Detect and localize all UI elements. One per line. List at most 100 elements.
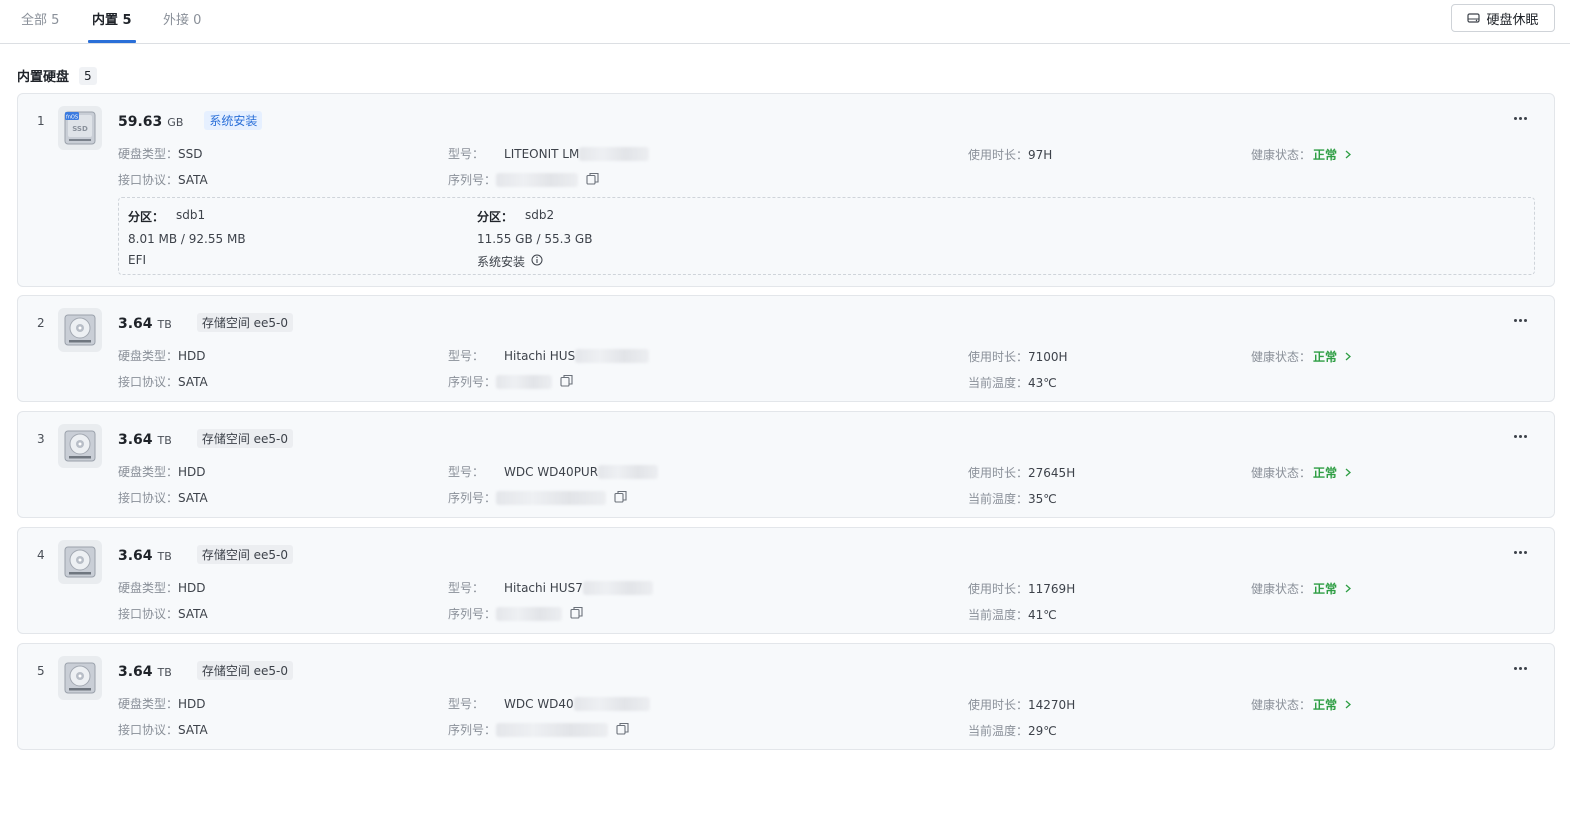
hdd-icon: [58, 656, 102, 700]
disk-capacity: 3.64 TB 存储空间 ee5-0: [118, 661, 293, 681]
disk-serial: 序列号：: [448, 171, 599, 188]
disk-temperature: 当前温度： 43℃: [968, 375, 1057, 391]
partition-usage: 11.55 GB / 55.3 GB: [477, 232, 593, 246]
svg-text:SSD: SSD: [72, 125, 88, 133]
chevron-right-icon: [1345, 698, 1352, 712]
redacted-serial: [496, 722, 609, 737]
disk-index: 1: [37, 114, 45, 128]
disk-type: 硬盘类型： SSD: [118, 146, 203, 162]
redacted-serial: [496, 172, 579, 187]
info-icon[interactable]: [531, 254, 543, 269]
disk-type: 硬盘类型： HDD: [118, 348, 206, 364]
disk-usage-time: 使用时长： 11769H: [968, 581, 1076, 597]
disk-serial: 序列号：: [448, 489, 627, 506]
more-options-button[interactable]: [1508, 658, 1532, 678]
partition-list: 分区： sdb1 8.01 MB / 92.55 MB EFI 分区： sdb2 1…: [118, 197, 1535, 275]
disk-tag: 存储空间 ee5-0: [196, 429, 293, 448]
chevron-right-icon: [1345, 582, 1352, 596]
health-status-link[interactable]: 健康状态： 正常: [1251, 580, 1352, 597]
copy-icon[interactable]: [614, 490, 627, 506]
disk-temperature: 当前温度： 29℃: [968, 723, 1057, 739]
disk-index: 4: [37, 548, 45, 562]
tab-bar: 全部 5 内置 5 外接 0 硬盘休眠: [0, 0, 1570, 44]
disk-type: 硬盘类型： HDD: [118, 696, 206, 712]
disk-usage-time: 使用时长： 7100H: [968, 349, 1068, 365]
disk-interface: 接口协议： SATA: [118, 374, 208, 390]
section-title-text: 内置硬盘: [17, 70, 70, 85]
more-options-button[interactable]: [1508, 310, 1532, 330]
redacted-model: [573, 696, 650, 711]
chevron-right-icon: [1345, 148, 1352, 162]
disk-serial: 序列号：: [448, 721, 629, 738]
disk-model: 型号： Hitachi HUS: [448, 347, 650, 364]
copy-icon[interactable]: [570, 606, 583, 622]
disk-model: 型号： Hitachi HUS7: [448, 579, 653, 596]
partition-item: 分区： sdb2 11.55 GB / 55.3 GB 系统安装: [477, 208, 593, 270]
more-options-button[interactable]: [1508, 108, 1532, 128]
disk-interface: 接口协议： SATA: [118, 606, 208, 622]
hdd-icon: [58, 308, 102, 352]
copy-icon[interactable]: [586, 172, 599, 188]
chevron-right-icon: [1345, 350, 1352, 364]
disk-usage-time: 使用时长： 97H: [968, 147, 1053, 163]
disk-tag: 存储空间 ee5-0: [196, 313, 293, 332]
disk-type: 硬盘类型： HDD: [118, 580, 206, 596]
disk-interface: 接口协议： SATA: [118, 172, 208, 188]
health-status-link[interactable]: 健康状态： 正常: [1251, 696, 1352, 713]
partition-label: EFI: [128, 253, 147, 267]
svg-text:fnOS: fnOS: [66, 114, 78, 120]
redacted-serial: [496, 374, 553, 389]
disk-card-4: 4 3.64 TB 存储空间 ee5-0 硬盘类型： HDD 型号： Hitachi H…: [17, 527, 1555, 634]
partition-item: 分区： sdb1 8.01 MB / 92.55 MB EFI: [128, 208, 246, 267]
health-status-link[interactable]: 健康状态： 正常: [1251, 348, 1352, 365]
ssd-icon: fnOS SSD: [58, 106, 102, 150]
partition-usage: 8.01 MB / 92.55 MB: [128, 232, 246, 246]
disk-interface: 接口协议： SATA: [118, 722, 208, 738]
disk-tag: 存储空间 ee5-0: [196, 661, 293, 680]
disk-model: 型号： LITEONIT LM: [448, 145, 650, 162]
tab-external[interactable]: 外接 0: [163, 9, 201, 28]
disk-index: 2: [37, 316, 45, 330]
health-status-link[interactable]: 健康状态： 正常: [1251, 464, 1352, 481]
more-options-button[interactable]: [1508, 542, 1532, 562]
disk-tag: 存储空间 ee5-0: [196, 545, 293, 564]
disk-type: 硬盘类型： HDD: [118, 464, 206, 480]
disk-sleep-label: 硬盘休眠: [1486, 12, 1539, 28]
disk-capacity: 3.64 TB 存储空间 ee5-0: [118, 429, 293, 449]
disk-capacity: 3.64 TB 存储空间 ee5-0: [118, 545, 293, 565]
redacted-serial: [496, 606, 563, 621]
redacted-model: [598, 464, 659, 479]
disk-card-5: 5 3.64 TB 存储空间 ee5-0 硬盘类型： HDD 型号： WDC WD40 …: [17, 643, 1555, 750]
health-status-link[interactable]: 健康状态： 正常: [1251, 146, 1352, 163]
disk-tag: 系统安装: [204, 111, 263, 130]
redacted-model: [582, 580, 653, 595]
tab-internal[interactable]: 内置 5: [92, 9, 132, 28]
capacity-value: 59.63: [118, 114, 163, 130]
chevron-right-icon: [1345, 466, 1352, 480]
disk-sleep-button[interactable]: 硬盘休眠: [1451, 4, 1555, 32]
redacted-model: [579, 146, 650, 161]
disk-temperature: 当前温度： 35℃: [968, 491, 1057, 507]
disk-model: 型号： WDC WD40: [448, 695, 650, 712]
disk-card-2: 2 3.64 TB 存储空间 ee5-0 硬盘类型： HDD 型号： Hitachi H…: [17, 295, 1555, 402]
disk-interface: 接口协议： SATA: [118, 490, 208, 506]
active-tab-indicator: [88, 40, 136, 43]
hdd-icon: [58, 424, 102, 468]
redacted-serial: [496, 490, 607, 505]
redacted-model: [575, 348, 650, 363]
more-options-button[interactable]: [1508, 426, 1532, 446]
disk-usage-time: 使用时长： 27645H: [968, 465, 1076, 481]
disk-serial: 序列号：: [448, 605, 583, 622]
disk-index: 3: [37, 432, 45, 446]
disk-serial: 序列号：: [448, 373, 573, 390]
disk-usage-time: 使用时长： 14270H: [968, 697, 1076, 713]
copy-icon[interactable]: [616, 722, 629, 738]
hard-drive-icon: [1467, 12, 1481, 24]
partition-label: 系统安装: [477, 253, 592, 270]
disk-card-3: 3 3.64 TB 存储空间 ee5-0 硬盘类型： HDD 型号： WDC WD40P…: [17, 411, 1555, 518]
copy-icon[interactable]: [560, 374, 573, 390]
capacity-unit: GB: [167, 116, 184, 129]
disk-index: 5: [37, 664, 45, 678]
section-title: 内置硬盘 5: [17, 66, 97, 85]
tab-all[interactable]: 全部 5: [21, 9, 59, 28]
